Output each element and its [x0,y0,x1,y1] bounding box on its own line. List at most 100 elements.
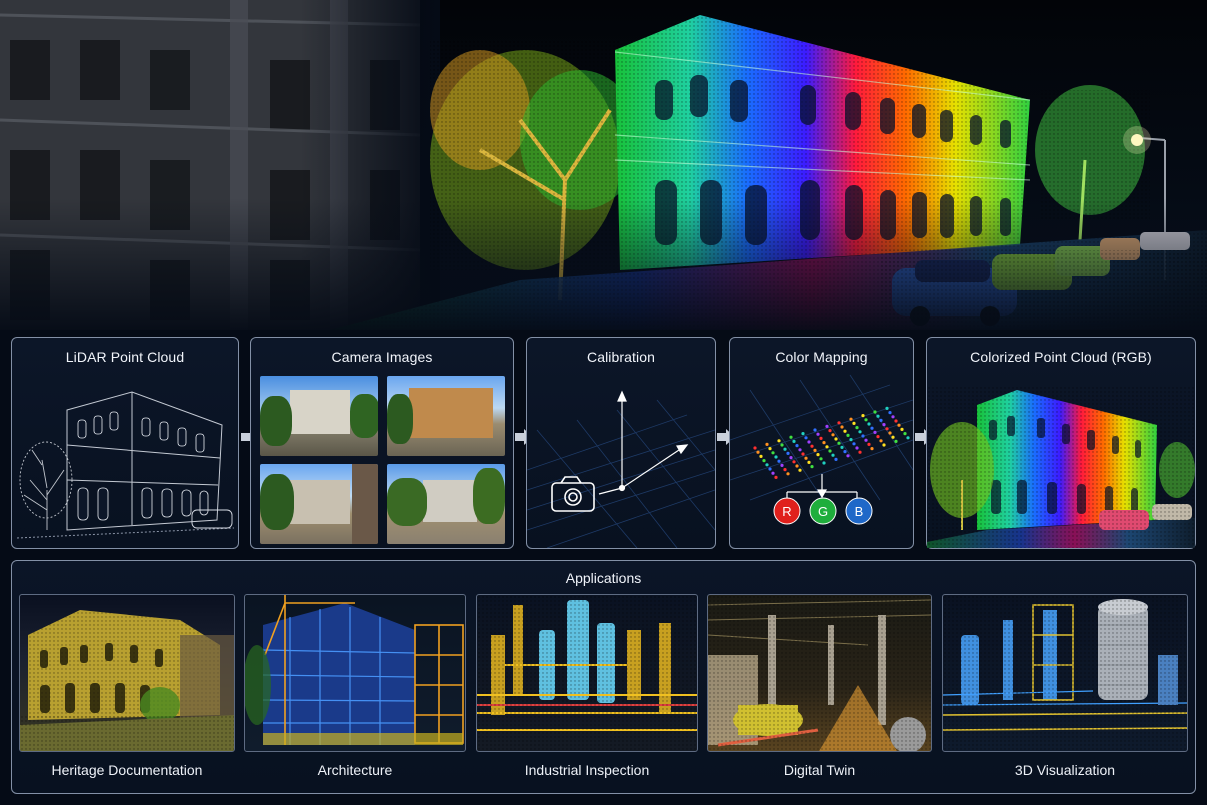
color-point [783,447,787,451]
color-point [885,427,889,431]
color-point [879,418,883,422]
color-point [780,463,784,467]
color-point [864,418,868,422]
color-point [828,449,832,453]
colorized-title: Colorized Point Cloud (RGB) [970,349,1152,365]
color-point [798,448,802,452]
applications-title: Applications [565,570,642,586]
color-point [774,455,778,459]
color-point [786,451,790,455]
color-point [849,438,853,442]
color-point [813,448,817,452]
color-point [879,439,883,443]
color-point [825,424,829,428]
color-point [897,423,901,427]
color-point [885,406,889,410]
color-point [846,433,850,437]
color-point [882,443,886,447]
colorized-point-cloud-panel: Colorized Point Cloud (RGB) [926,337,1196,549]
color-point [891,415,895,419]
color-point [894,419,898,423]
visualization-image [942,594,1188,752]
camera-icon [551,476,595,512]
hero-banner [0,0,1207,330]
color-point [774,475,778,479]
channel-g-label: G [818,504,828,519]
color-point [876,435,880,439]
color-point [771,471,775,475]
color-point [807,460,811,464]
color-point [834,437,838,441]
color-point [777,439,781,443]
color-point [822,441,826,445]
color-point [819,436,823,440]
lidar-panel: LiDAR Point Cloud [11,337,239,549]
color-point [861,434,865,438]
color-point [858,430,862,434]
color-mapping-title: Color Mapping [775,349,868,365]
color-point [876,414,880,418]
color-point [798,468,802,472]
color-point [840,425,844,429]
color-point [834,457,838,461]
color-point [846,454,850,458]
color-point [828,429,832,433]
color-point [852,442,856,446]
color-point [753,446,757,450]
color-point [789,456,793,460]
hero-scene [0,0,1207,330]
color-point [801,452,805,456]
color-point [867,422,871,426]
color-point [903,432,907,436]
color-point-grid [753,406,910,479]
color-point [771,451,775,455]
camera-images-panel: Camera Images [250,337,514,549]
calibration-panel: Calibration [526,337,716,549]
color-point [870,447,874,451]
color-point [858,450,862,454]
applications-section: Applications Heritage Documentation Arch… [11,560,1196,794]
color-point [816,432,820,436]
color-point [816,453,820,457]
digital-twin-image [707,594,932,752]
color-point [795,464,799,468]
channel-r-label: R [782,504,791,519]
color-point [825,445,829,449]
color-mapping-diagram: R G B [729,374,914,525]
color-point [855,426,859,430]
color-point [855,446,859,450]
color-point [900,427,904,431]
app-label-heritage: Heritage Documentation [51,762,203,778]
color-point [804,436,808,440]
color-point [894,439,898,443]
color-point [843,450,847,454]
color-point [807,440,811,444]
color-point [762,459,766,463]
color-point [810,444,814,448]
camera-title: Camera Images [331,349,433,365]
color-point [831,433,835,437]
calibration-diagram [526,390,716,549]
color-point [756,450,760,454]
color-point [792,460,796,464]
lidar-title: LiDAR Point Cloud [65,349,185,365]
app-label-industrial: Industrial Inspection [524,762,650,778]
color-point [873,410,877,414]
app-label-digital-twin: Digital Twin [783,762,856,778]
rgb-channel-circles: R G B [773,497,873,525]
industrial-image [476,594,698,752]
color-point [831,453,835,457]
color-point [792,439,796,443]
color-point [780,443,784,447]
color-point [861,414,865,418]
color-point [783,468,787,472]
color-point [759,454,763,458]
color-point [891,435,895,439]
camera-thumbnail-2 [387,376,505,456]
color-point [795,444,799,448]
color-point [837,421,841,425]
color-point [819,457,823,461]
color-point [849,417,853,421]
color-point [813,428,817,432]
color-point [765,463,769,467]
